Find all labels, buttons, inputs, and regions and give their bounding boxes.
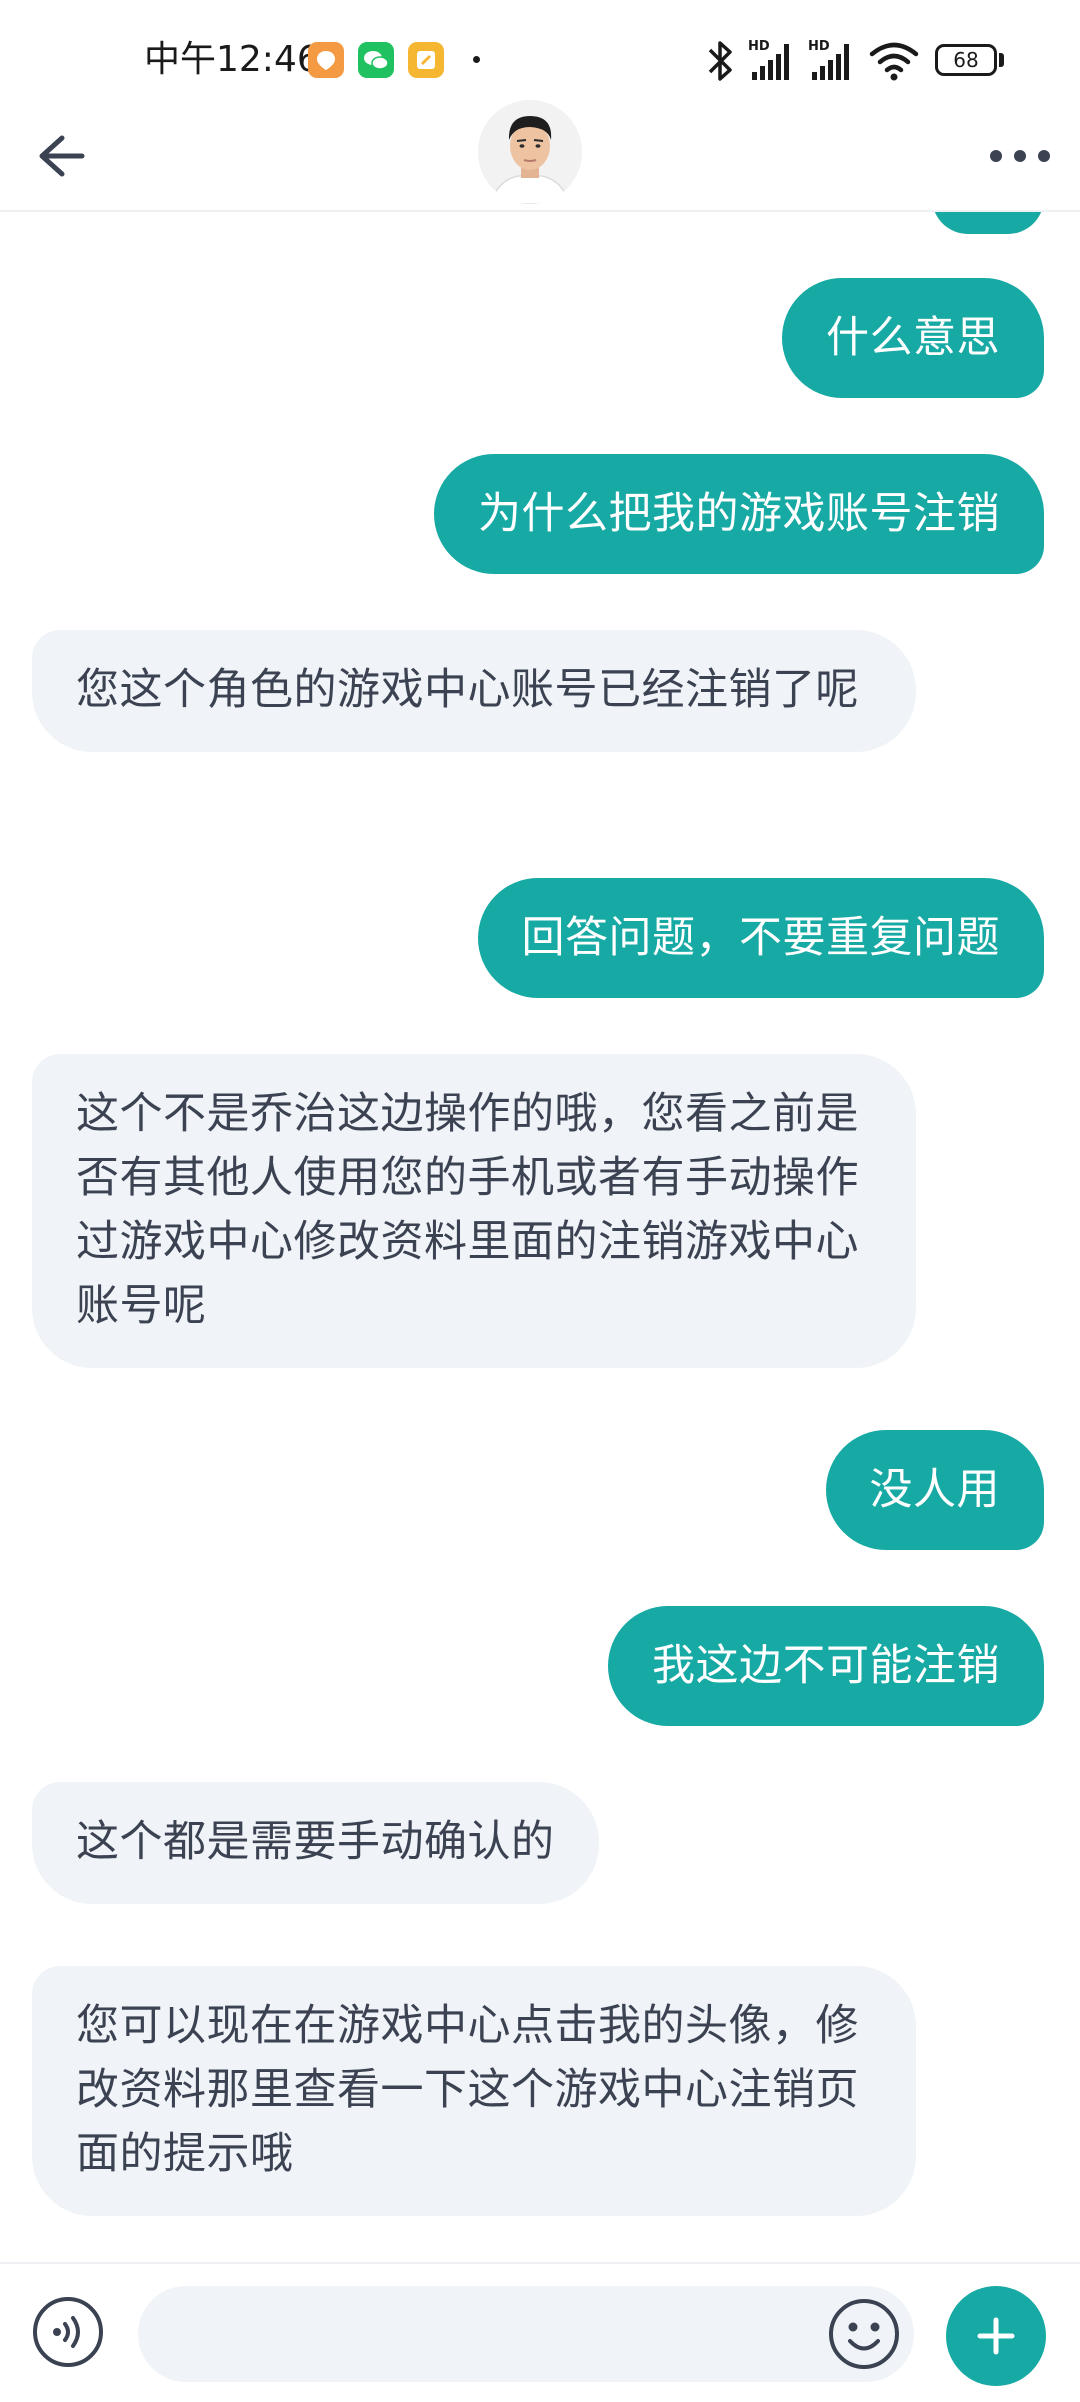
signal-hd-icon: HD	[808, 39, 849, 80]
message-bubble-sent[interactable]: 我这边不可能注销	[608, 1606, 1044, 1726]
message-bubble-sent-partial	[932, 212, 1044, 234]
system-status-icons: HD HD	[708, 39, 919, 81]
message-list[interactable]: 什么意思 为什么把我的游戏账号注销 您这个角色的游戏中心账号已经注销了呢 回答问…	[0, 212, 1080, 2262]
svg-text:HD: HD	[808, 39, 830, 54]
contact-avatar[interactable]	[478, 100, 582, 204]
battery-cap	[999, 53, 1004, 67]
status-time: 中午12:46	[144, 39, 320, 80]
back-button[interactable]	[18, 116, 98, 196]
more-actions-button[interactable]	[946, 2286, 1046, 2386]
emoji-icon	[829, 2299, 899, 2369]
notes-app-icon	[408, 42, 444, 78]
svg-text:HD: HD	[748, 39, 770, 54]
voice-input-icon	[33, 2297, 103, 2367]
message-bubble-sent[interactable]: 没人用	[825, 1430, 1044, 1550]
more-dots-icon	[990, 150, 1050, 162]
input-bar	[0, 2262, 1080, 2402]
bluetooth-icon	[708, 41, 732, 81]
message-bubble-received[interactable]: 您可以现在在游戏中心点击我的头像，修改资料那里查看一下这个游戏中心注销页面的提示…	[32, 1966, 916, 2216]
wechat-icon	[358, 42, 394, 78]
arrow-left-icon	[39, 135, 85, 177]
signal-hd-icon: HD	[748, 39, 789, 80]
message-bubble-received[interactable]: 这个不是乔治这边操作的哦，您看之前是否有其他人使用您的手机或者有手动操作过游戏中…	[32, 1054, 916, 1368]
message-bubble-received[interactable]: 您这个角色的游戏中心账号已经注销了呢	[32, 630, 916, 752]
voice-input-button[interactable]	[30, 2294, 106, 2370]
message-bubble-received[interactable]: 这个都是需要手动确认的	[32, 1782, 599, 1904]
more-options-button[interactable]	[980, 126, 1060, 186]
battery-icon: 68	[935, 44, 997, 76]
message-input[interactable]	[138, 2286, 914, 2382]
status-bar: 中午12:46 HD HD 68	[0, 0, 1080, 100]
avatar-image	[478, 100, 582, 204]
chat-header	[0, 100, 1080, 212]
wifi-icon	[869, 42, 919, 81]
battery-level: 68	[953, 48, 979, 72]
message-bubble-sent[interactable]: 什么意思	[782, 278, 1044, 398]
message-bubble-sent[interactable]: 回答问题，不要重复问题	[477, 878, 1044, 998]
message-bubble-sent[interactable]: 为什么把我的游戏账号注销	[434, 454, 1044, 574]
notification-app-icon	[308, 42, 344, 78]
more-notifications-dot	[473, 56, 480, 63]
plus-icon	[977, 2317, 1015, 2355]
emoji-button[interactable]	[826, 2296, 902, 2372]
